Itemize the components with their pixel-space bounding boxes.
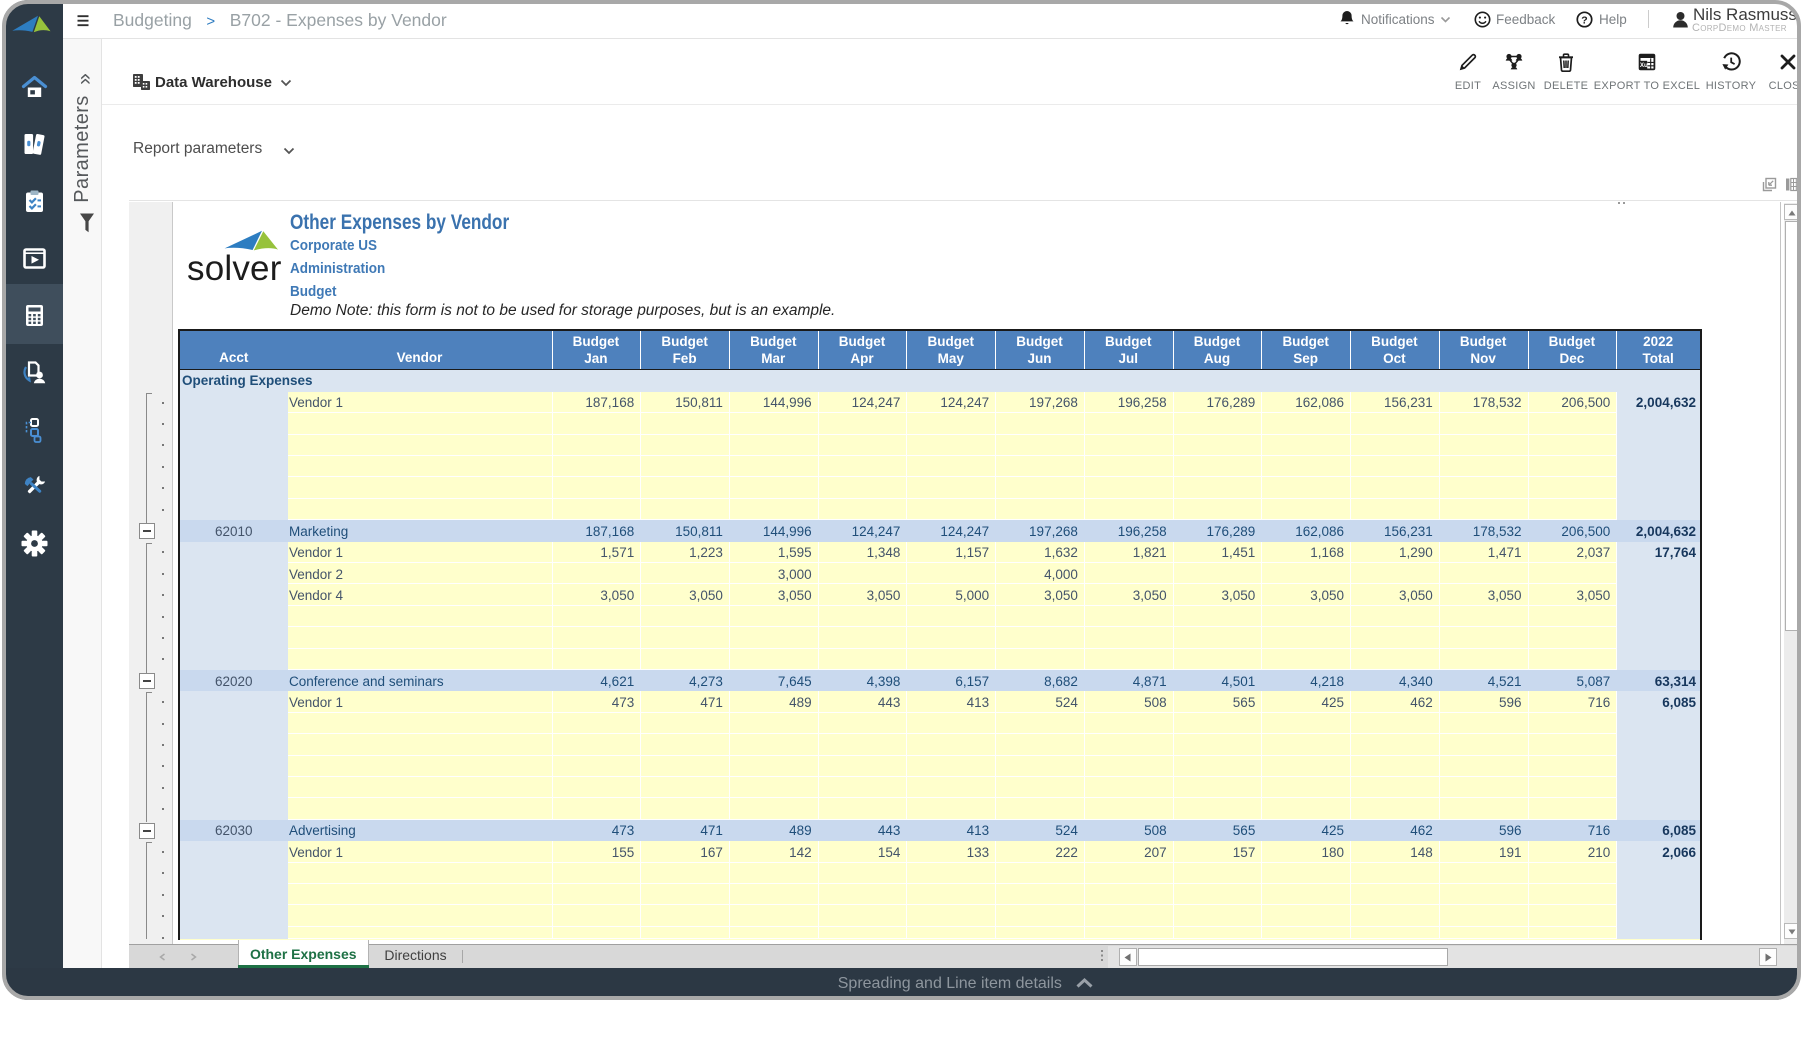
svg-text:?: ? <box>1581 14 1587 26</box>
svg-text:Xu: Xu <box>1640 62 1648 69</box>
